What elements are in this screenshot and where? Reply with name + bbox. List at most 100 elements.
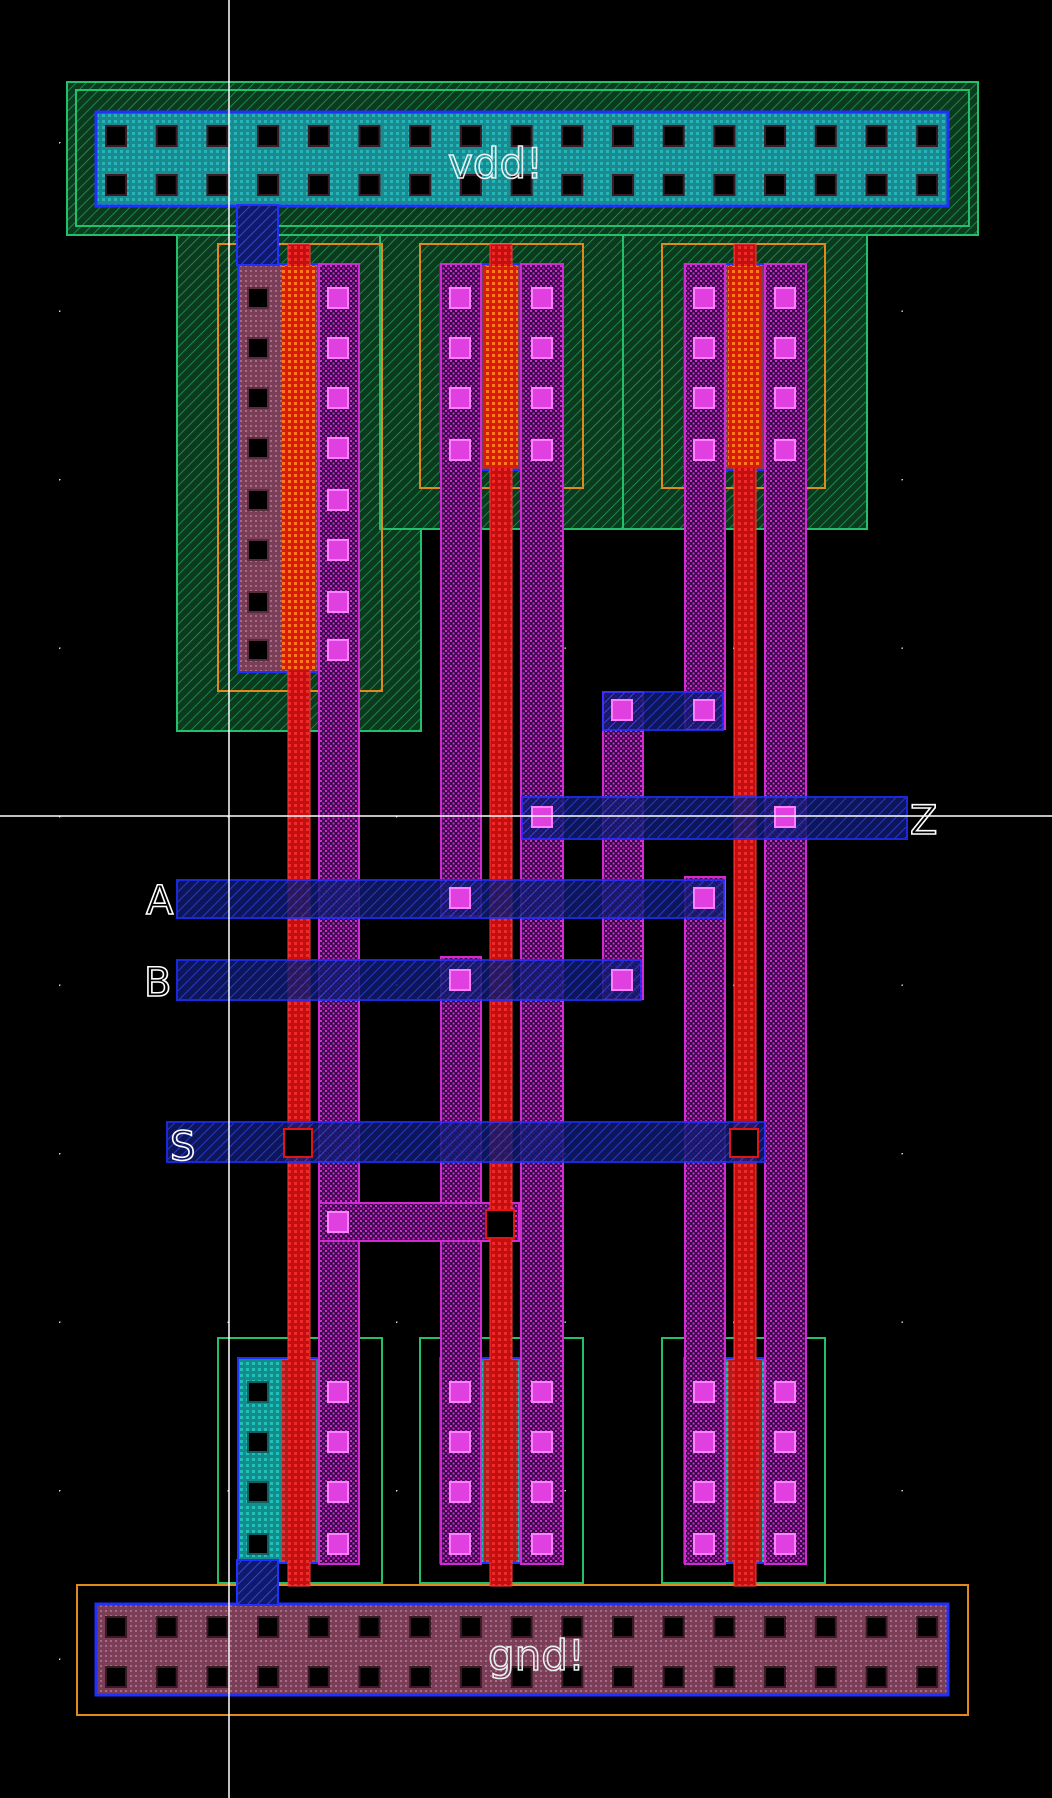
vdd-rail-contact	[155, 174, 178, 196]
metal1-strap-m5a[interactable]	[684, 263, 726, 730]
gnd-strap-metal2[interactable]	[236, 1559, 279, 1606]
via	[449, 969, 471, 991]
gnd-rail-contact	[662, 1616, 685, 1638]
net-b-wire[interactable]	[176, 959, 642, 1001]
pin-label-s: S	[170, 1124, 195, 1170]
via	[327, 387, 349, 409]
via	[327, 591, 349, 613]
via	[693, 1533, 715, 1555]
gnd-rail-contact	[916, 1666, 939, 1688]
pmos-contact	[247, 539, 269, 561]
gnd-rail-contact	[459, 1616, 482, 1638]
via	[449, 439, 471, 461]
gnd-rail-contact	[206, 1666, 229, 1688]
metal1-strap-m4[interactable]	[602, 691, 644, 1000]
vdd-rail-contact	[916, 174, 939, 196]
vdd-rail-contact	[662, 125, 685, 147]
gnd-rail-contact	[713, 1666, 736, 1688]
vdd-rail-contact	[865, 174, 888, 196]
metal1-strap-m5b[interactable]	[684, 876, 726, 1565]
via	[327, 1381, 349, 1403]
via	[327, 639, 349, 661]
pin-label-a: A	[146, 878, 174, 924]
via	[327, 1533, 349, 1555]
gnd-rail-contact	[105, 1666, 127, 1688]
nmos-contact	[247, 1481, 269, 1503]
gnd-rail-contact	[764, 1616, 787, 1638]
vdd-rail-contact	[713, 174, 736, 196]
pmos-contact	[247, 489, 269, 511]
via	[774, 439, 796, 461]
gnd-rail-label: gnd!	[488, 1631, 585, 1680]
via	[693, 699, 715, 721]
gnd-rail-contact	[206, 1616, 229, 1638]
layout-canvas[interactable]: vdd! gnd! A B S Z	[0, 0, 1052, 1798]
metal1-strap-m2b[interactable]	[440, 956, 482, 1565]
gnd-rail-contact	[155, 1666, 178, 1688]
pmos-contact	[247, 287, 269, 309]
gnd-rail-contact	[358, 1616, 381, 1638]
gnd-rail-contact	[409, 1616, 432, 1638]
pmos-contact	[247, 337, 269, 359]
via	[693, 337, 715, 359]
via	[327, 539, 349, 561]
via	[449, 1533, 471, 1555]
metal1-strap-m2a[interactable]	[440, 263, 482, 917]
vdd-rail-contact	[105, 174, 127, 196]
via	[449, 387, 471, 409]
via	[449, 337, 471, 359]
gnd-rail-contact	[307, 1616, 330, 1638]
pin-label-b: B	[144, 960, 171, 1006]
vdd-rail-contact	[155, 125, 178, 147]
via	[774, 1381, 796, 1403]
net-z-wire[interactable]	[521, 796, 908, 840]
pmos-contact	[247, 437, 269, 459]
via	[531, 1431, 553, 1453]
vdd-rail-contact	[206, 125, 229, 147]
vdd-rail-contact	[307, 174, 330, 196]
vdd-rail-contact	[561, 125, 584, 147]
via	[531, 337, 553, 359]
gnd-rail-contact	[764, 1666, 787, 1688]
gnd-rail-contact	[257, 1616, 280, 1638]
gnd-rail[interactable]: gnd!	[76, 1584, 969, 1716]
vdd-rail-contact	[814, 174, 837, 196]
via	[327, 337, 349, 359]
gnd-rail-contact	[155, 1616, 178, 1638]
gnd-rail-contact	[358, 1666, 381, 1688]
via	[327, 1431, 349, 1453]
vdd-rail-contact	[409, 125, 432, 147]
nmos-contact	[247, 1381, 269, 1403]
gnd-rail-contact	[409, 1666, 432, 1688]
gnd-rail-contact	[865, 1616, 888, 1638]
pin-label-z: Z	[910, 798, 937, 844]
gnd-rail-contact	[612, 1666, 634, 1688]
vdd-rail-contact	[257, 174, 280, 196]
vdd-rail-label: vdd!	[448, 139, 543, 188]
gnd-rail-contact	[916, 1616, 939, 1638]
vdd-rail-contact	[257, 125, 280, 147]
via	[531, 1481, 553, 1503]
via	[449, 1431, 471, 1453]
via	[531, 1381, 553, 1403]
vdd-rail-contact	[358, 125, 381, 147]
via	[531, 1533, 553, 1555]
pmos-contact	[247, 387, 269, 409]
via	[449, 887, 471, 909]
via	[327, 1481, 349, 1503]
vdd-rail-contact	[764, 174, 787, 196]
via	[774, 1533, 796, 1555]
vdd-strap-metal2[interactable]	[236, 204, 279, 266]
poly-contact	[485, 1209, 515, 1239]
gnd-rail-contact	[865, 1666, 888, 1688]
via	[693, 387, 715, 409]
gnd-rail-contact	[814, 1666, 837, 1688]
net-s-wire[interactable]	[166, 1121, 766, 1163]
via	[693, 287, 715, 309]
gnd-rail-contact	[459, 1666, 482, 1688]
vdd-rail-contact	[561, 174, 584, 196]
vdd-rail[interactable]: vdd!	[66, 81, 979, 236]
via	[449, 1381, 471, 1403]
gnd-rail-contact	[814, 1616, 837, 1638]
via	[693, 887, 715, 909]
